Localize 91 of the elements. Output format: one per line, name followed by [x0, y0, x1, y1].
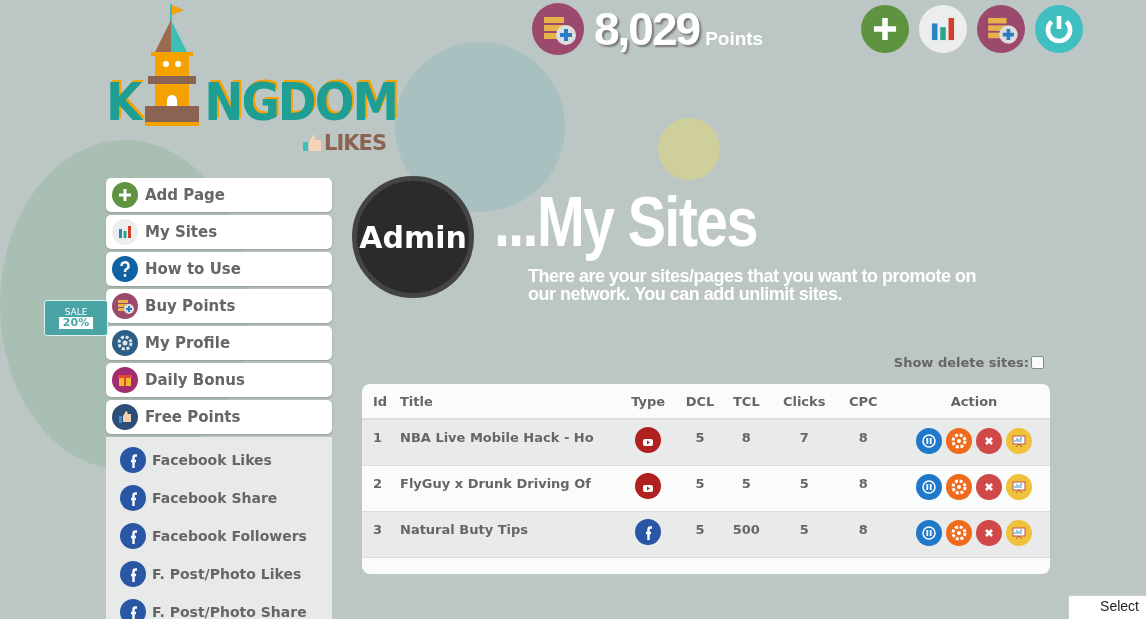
thumbs-up-icon — [303, 135, 322, 151]
sidebar-item[interactable]: How to Use — [106, 252, 332, 286]
checkbox-label: Show delete sites: — [893, 355, 1029, 370]
logout-button[interactable] — [1035, 5, 1084, 53]
table-cell: 500 — [723, 511, 769, 557]
gear-icon — [946, 473, 972, 500]
facebook-icon — [120, 561, 146, 587]
table-cell: 5 — [676, 465, 724, 511]
logo-text: NGDOM — [204, 77, 397, 127]
delete-button[interactable] — [976, 473, 1002, 500]
gear-icon — [112, 330, 138, 356]
coins-icon — [532, 3, 584, 55]
delete-button[interactable] — [976, 519, 1002, 546]
settings-button[interactable] — [946, 519, 972, 546]
intro-text: There are your sites/pages that you want to promote on our network. You can add unlimit sites. — [528, 267, 978, 303]
pause-icon — [916, 428, 942, 454]
facebook-icon — [120, 447, 146, 473]
close-icon — [976, 519, 1002, 546]
plus-icon — [112, 182, 138, 208]
sidebar-item[interactable]: Add Page — [106, 178, 332, 212]
settings-button[interactable] — [946, 473, 972, 500]
points-value: 8,029 — [594, 2, 700, 56]
bar-chart-icon — [112, 219, 138, 245]
thumbs-up-icon — [112, 404, 138, 430]
video-icon — [635, 472, 662, 499]
table-cell: 8 — [839, 511, 887, 557]
sale-tag[interactable]: SALE 20% — [44, 300, 108, 336]
video-icon — [635, 427, 662, 453]
table-cell: 5 — [768, 511, 840, 557]
coins-plus-icon — [112, 293, 138, 319]
gift-icon — [112, 367, 138, 393]
table-cell: 5 — [768, 465, 840, 511]
sidebar-item[interactable]: My Sites — [106, 215, 332, 249]
show-deleted-checkbox[interactable] — [1031, 356, 1044, 369]
presentation-icon — [1006, 473, 1032, 500]
table-cell: 8 — [723, 419, 769, 465]
sidebar-item[interactable]: Buy Points — [106, 289, 332, 323]
report-button[interactable] — [1006, 519, 1032, 546]
report-button[interactable] — [1006, 473, 1032, 500]
close-icon — [976, 473, 1002, 500]
power-icon — [1035, 5, 1084, 53]
facebook-icon — [120, 485, 146, 511]
gear-icon — [946, 428, 972, 454]
table-cell: 2 — [362, 465, 389, 511]
table-cell: Natural Buty Tips — [389, 511, 620, 557]
pause-icon — [916, 473, 942, 500]
pause-icon — [916, 519, 942, 546]
sidebar-item[interactable]: Daily Bonus — [106, 363, 332, 397]
gear-icon — [946, 519, 972, 546]
stats-button[interactable] — [919, 5, 968, 53]
select-button[interactable]: Select — [1068, 595, 1146, 619]
facebook-icon — [120, 599, 146, 619]
points-label: Points — [705, 28, 764, 50]
table-cell: 1 — [362, 419, 389, 465]
coins-plus-icon — [977, 5, 1026, 53]
table-cell: NBA Live Mobile Hack - Ho — [389, 419, 620, 465]
table-cell: 5 — [723, 465, 769, 511]
facebook-icon — [635, 518, 662, 545]
table-cell: FlyGuy x Drunk Driving Of — [389, 465, 620, 511]
submenu-item[interactable]: Facebook Share — [120, 479, 332, 517]
logo-tagline: LIKES — [324, 131, 386, 155]
plus-icon — [861, 5, 910, 53]
help-icon — [112, 256, 138, 282]
user-badge: Admin — [352, 176, 474, 298]
logo-text: K — [106, 77, 141, 127]
submenu-item[interactable]: F. Post/Photo Share — [120, 593, 332, 619]
close-icon — [976, 428, 1002, 454]
bar-chart-icon — [919, 5, 968, 53]
table-cell: 8 — [839, 465, 887, 511]
table-cell: 3 — [362, 511, 389, 557]
report-button[interactable] — [1006, 428, 1032, 454]
presentation-icon — [1006, 519, 1032, 546]
submenu-item[interactable]: Facebook Followers — [120, 517, 332, 555]
facebook-icon — [120, 523, 146, 549]
table-cell: 5 — [676, 419, 724, 465]
sidebar-item[interactable]: My Profile — [106, 326, 332, 360]
table-cell: 8 — [839, 419, 887, 465]
sidebar-item[interactable]: Free Points — [106, 400, 332, 434]
delete-button[interactable] — [976, 428, 1002, 454]
page-title: ...My Sites — [494, 182, 758, 262]
submenu-item[interactable]: Facebook Likes — [120, 441, 332, 479]
settings-button[interactable] — [946, 428, 972, 454]
add-button[interactable] — [861, 5, 910, 53]
pause-button[interactable] — [916, 519, 942, 546]
buy-points-button[interactable] — [977, 5, 1026, 53]
submenu-item[interactable]: F. Post/Photo Likes — [120, 555, 332, 593]
table-cell: 5 — [676, 511, 724, 557]
pause-button[interactable] — [916, 428, 942, 454]
table-cell: 7 — [768, 419, 840, 465]
presentation-icon — [1006, 428, 1032, 454]
pause-button[interactable] — [916, 473, 942, 500]
